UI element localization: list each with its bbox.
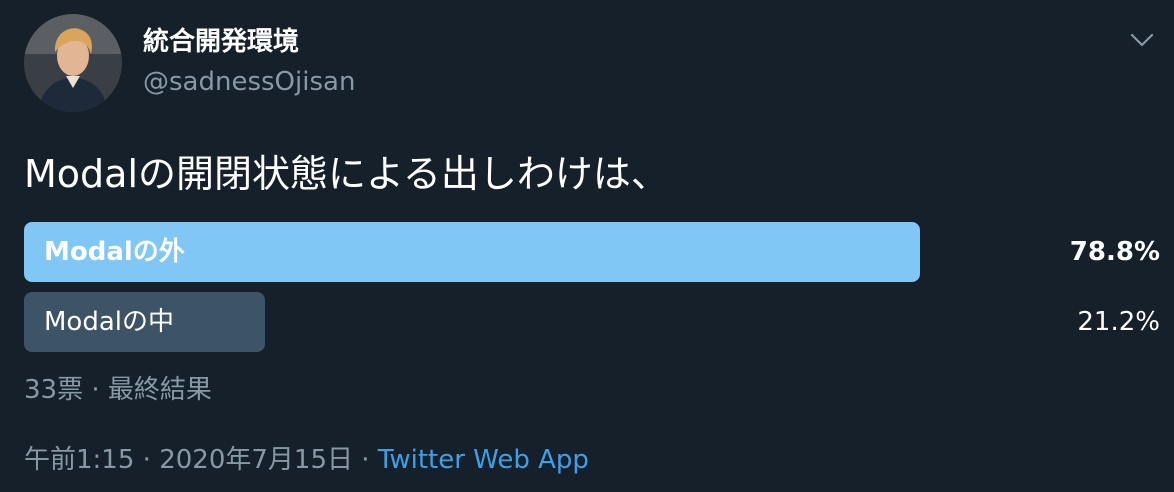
poll-option-1: Modalの外 78.8% <box>24 222 1160 282</box>
avatar-image <box>24 14 122 112</box>
poll-option-2-label: Modalの中 <box>44 307 175 337</box>
poll-meta: 33票 · 最終結果 <box>24 370 212 410</box>
poll-votes: 33票 <box>24 375 84 405</box>
poll-option-1-label: Modalの外 <box>44 237 185 267</box>
poll-meta-separator: · <box>83 375 108 405</box>
poll-option-2-percent: 21.2% <box>1077 307 1160 337</box>
poll-option-1-percent: 78.8% <box>1069 237 1160 267</box>
tweet-text: Modalの開閉状態による出しわけは、 <box>24 152 669 196</box>
avatar[interactable] <box>24 14 122 112</box>
tweet-date[interactable]: 2020年7月15日 <box>159 445 353 475</box>
poll-status: 最終結果 <box>107 375 212 405</box>
source-app-link[interactable]: Twitter Web App <box>378 445 589 475</box>
chevron-down-icon[interactable] <box>1126 24 1158 56</box>
tweet-footer: 午前1:15 · 2020年7月15日 · Twitter Web App <box>24 440 589 480</box>
footer-separator: · <box>352 445 378 475</box>
footer-separator: · <box>134 445 160 475</box>
tweet-time[interactable]: 午前1:15 <box>24 445 134 475</box>
author-handle[interactable]: @sadnessOjisan <box>143 64 355 100</box>
author-display-name[interactable]: 統合開発環境 <box>143 25 299 59</box>
poll-option-2: Modalの中 21.2% <box>24 292 1160 352</box>
